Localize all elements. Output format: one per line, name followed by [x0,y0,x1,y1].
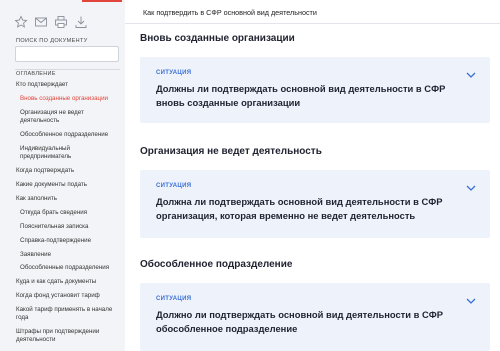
toc-title: ОГЛАВЛЕНИЕ [16,71,56,77]
situation-tag: СИТУАЦИЯ [156,70,192,76]
toc-item[interactable]: Когда фонд установит тариф [16,292,100,301]
toc-item[interactable]: Справка-подтверждение [20,237,91,246]
search-field[interactable] [15,46,119,66]
toc-item[interactable]: Куда и как сдать документы [16,278,96,287]
toc-item[interactable]: деятельности [16,336,55,345]
document-toolbar [14,15,88,29]
section-title: Вновь созданные организации [140,33,295,44]
situation-tag: СИТУАЦИЯ [156,296,192,302]
chevron-down-icon[interactable] [466,185,476,191]
toc-item[interactable]: Кто подтверждает [16,81,68,90]
print-icon[interactable] [54,15,68,29]
situation-card[interactable]: СИТУАЦИЯ Должно ли подтверждать основной… [140,283,490,351]
chevron-down-icon[interactable] [466,72,476,78]
situation-tag: СИТУАЦИЯ [156,183,192,189]
search-input[interactable] [16,52,118,66]
toc-item[interactable]: Заявление [20,251,51,260]
toc-item[interactable]: Когда подтверждать [16,167,74,176]
document-header: Как подтвердить в СФР основной вид деяте… [125,0,500,24]
situation-card[interactable]: СИТУАЦИЯ Должна ли подтверждать основной… [140,170,490,238]
search-label: ПОИСК ПО ДОКУМЕНТУ [16,38,88,44]
mail-icon[interactable] [34,15,48,29]
situation-question-line: организация, которая временно не ведет д… [156,209,416,221]
toc-item[interactable]: деятельность [20,117,59,126]
situation-question[interactable]: Должно ли подтверждать основной вид деят… [156,308,456,335]
star-icon[interactable] [14,15,28,29]
situation-card[interactable]: СИТУАЦИЯ Должны ли подтверждать основной… [140,57,490,123]
sidebar-accent-bar [82,0,122,2]
breadcrumb: Как подтвердить в СФР основной вид деяте… [143,8,317,17]
situation-question-line: Должны ли подтверждать основной вид деят… [156,83,446,94]
toc-item[interactable]: Какие документы подать [16,181,87,190]
toc-item[interactable]: года [16,314,28,323]
chevron-down-icon[interactable] [466,298,476,304]
situation-question-line: Должна ли подтверждать основной вид деят… [156,196,443,207]
situation-question-line: обособленное подразделение [156,322,298,334]
toc-item[interactable]: предприниматель [20,153,71,162]
toc-item[interactable]: Как заполнить [16,195,57,204]
section-title: Обособленное подразделение [140,259,293,270]
sidebar-divider [15,69,120,70]
sidebar: ПОИСК ПО ДОКУМЕНТУ ОГЛАВЛЕНИЕ Кто подтве… [0,0,125,351]
situation-question-line: Должно ли подтверждать основной вид деят… [156,309,444,320]
situation-question[interactable]: Должны ли подтверждать основной вид деят… [156,82,456,109]
section-title: Организация не ведет деятельность [140,146,322,157]
situation-question[interactable]: Должна ли подтверждать основной вид деят… [156,195,456,222]
toc-item[interactable]: Какой тариф применять в начале [16,306,112,315]
toc-item[interactable]: Обособленное подразделение [20,131,108,140]
toc-item[interactable]: Обособленные подразделения [20,264,109,273]
download-icon[interactable] [74,15,88,29]
toc-item[interactable]: Пояснительная записка [20,223,88,232]
toc-item[interactable]: Откуда брать сведения [20,209,87,218]
toc-item-active[interactable]: Вновь созданные организации [20,95,108,104]
situation-question-line: вновь созданные организации [156,96,301,108]
